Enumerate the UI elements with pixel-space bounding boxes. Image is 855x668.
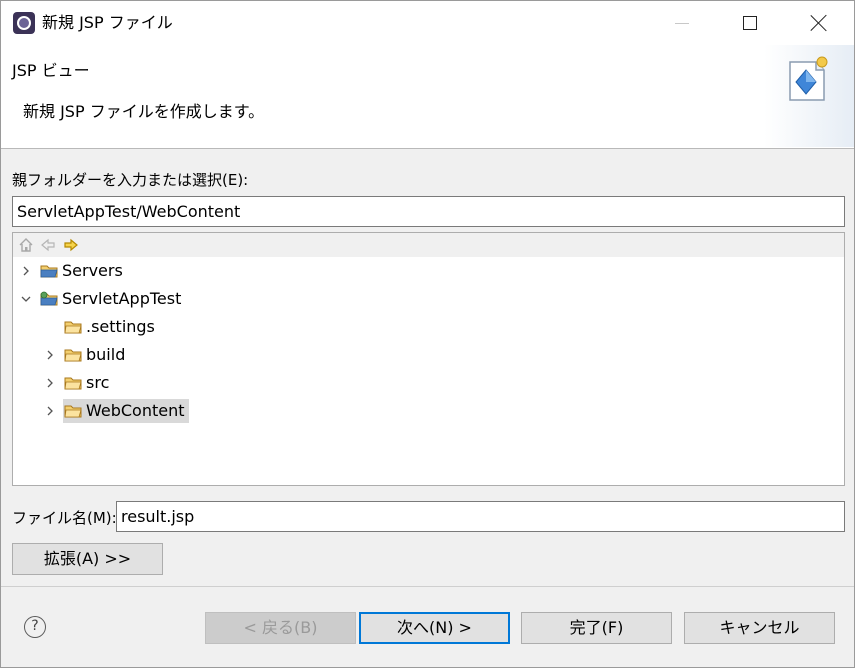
parent-folder-label: 親フォルダーを入力または選択(E): bbox=[12, 171, 249, 189]
minimize-button[interactable] bbox=[647, 1, 717, 45]
folder-icon bbox=[40, 265, 58, 278]
window-title: 新規 JSP ファイル bbox=[42, 13, 173, 32]
wizard-page-title: JSP ビュー bbox=[12, 61, 90, 80]
file-name-label: ファイル名(M): bbox=[12, 509, 117, 527]
tree-item-settings[interactable]: .settings bbox=[13, 313, 844, 341]
tree-item-label: Servers bbox=[62, 261, 123, 280]
next-button[interactable]: 次へ(N) > bbox=[359, 612, 510, 644]
tree-item-label: .settings bbox=[86, 317, 155, 336]
chevron-right-icon[interactable] bbox=[19, 264, 33, 278]
advanced-button[interactable]: 拡張(A) >> bbox=[12, 543, 163, 575]
home-icon[interactable] bbox=[18, 237, 34, 253]
new-jsp-file-dialog: 新規 JSP ファイル JSP ビュー 新規 JSP ファイルを作成します。 親… bbox=[0, 0, 855, 668]
forward-icon[interactable] bbox=[63, 237, 79, 253]
chevron-right-icon[interactable] bbox=[43, 348, 57, 362]
new-jsp-wizard-icon bbox=[789, 56, 828, 101]
maximize-icon bbox=[743, 16, 757, 30]
title-bar: 新規 JSP ファイル bbox=[1, 1, 854, 45]
tree-item-servletapptest[interactable]: ServletAppTest bbox=[13, 285, 844, 313]
separator bbox=[1, 586, 854, 587]
folder-icon bbox=[64, 377, 82, 390]
finish-button[interactable]: 完了(F) bbox=[521, 612, 672, 644]
tree-item-label: WebContent bbox=[86, 401, 185, 420]
web-project-icon bbox=[40, 291, 58, 306]
tree-item-build[interactable]: build bbox=[13, 341, 844, 369]
tree-item-label: build bbox=[86, 345, 126, 364]
chevron-right-icon[interactable] bbox=[43, 376, 57, 390]
close-button[interactable] bbox=[784, 1, 854, 45]
help-icon[interactable]: ? bbox=[24, 616, 46, 638]
folder-icon bbox=[64, 405, 82, 418]
wizard-banner: JSP ビュー 新規 JSP ファイルを作成します。 bbox=[1, 45, 854, 149]
tree-item-webcontent[interactable]: WebContent bbox=[13, 397, 844, 425]
folder-icon bbox=[64, 321, 82, 334]
chevron-down-icon[interactable] bbox=[19, 292, 33, 306]
tree-item-servers[interactable]: Servers bbox=[13, 257, 844, 285]
file-name-input[interactable]: result.jsp bbox=[116, 501, 845, 532]
back-button[interactable]: < 戻る(B) bbox=[205, 612, 356, 644]
eclipse-app-icon bbox=[13, 12, 35, 34]
tree-item-label: ServletAppTest bbox=[62, 289, 182, 308]
wizard-page-message: 新規 JSP ファイルを作成します。 bbox=[23, 102, 265, 121]
tree-toolbar bbox=[13, 233, 844, 257]
parent-folder-input[interactable]: ServletAppTest/WebContent bbox=[12, 196, 845, 227]
tree-item-src[interactable]: src bbox=[13, 369, 844, 397]
minimize-icon bbox=[675, 22, 689, 24]
folder-icon bbox=[64, 349, 82, 362]
tree-item-label: src bbox=[86, 373, 110, 392]
cancel-button[interactable]: キャンセル bbox=[684, 612, 835, 644]
chevron-right-icon[interactable] bbox=[43, 404, 57, 418]
back-icon[interactable] bbox=[40, 237, 56, 253]
folder-tree[interactable]: Servers ServletAppTest .settings build s… bbox=[12, 232, 845, 486]
maximize-button[interactable] bbox=[715, 1, 785, 45]
close-icon bbox=[810, 14, 828, 32]
